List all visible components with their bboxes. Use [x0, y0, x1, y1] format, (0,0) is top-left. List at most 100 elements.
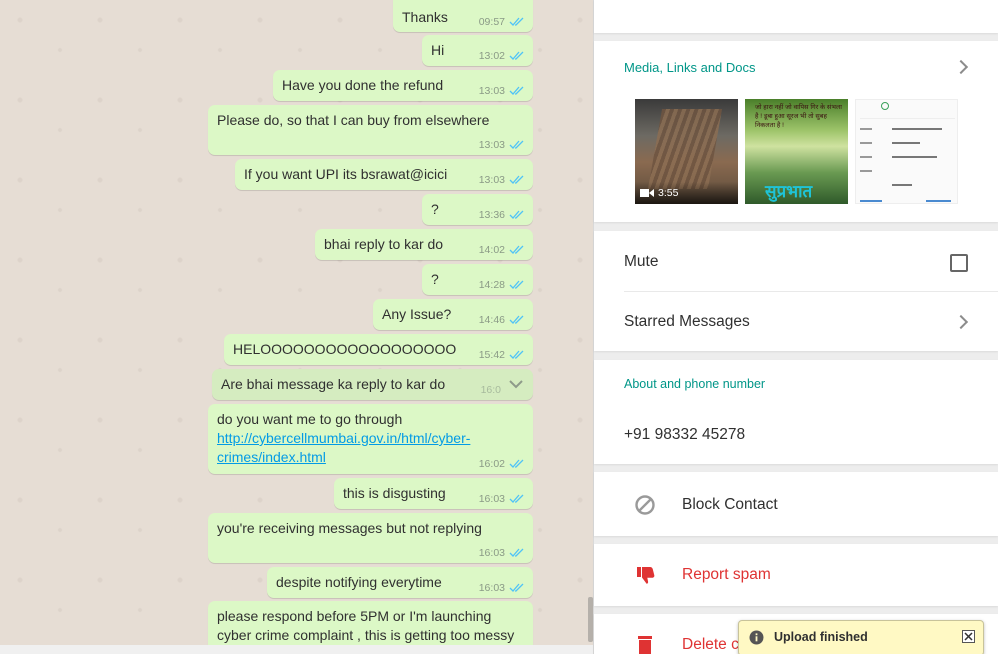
message-time: 13:03	[478, 174, 505, 186]
message-link[interactable]: http://cybercellmumbai.gov.in/html/cyber…	[217, 429, 470, 448]
message-time: 13:02	[478, 50, 505, 62]
message-time: 16:03	[478, 493, 505, 505]
read-ticks-icon	[509, 583, 524, 592]
media-thumb-doc[interactable]	[855, 99, 958, 204]
chat-panel: Thanks 09:57 Hi 13:02 Have you done the …	[0, 0, 593, 654]
message-bubble[interactable]: ? 13:36	[422, 194, 533, 225]
message-time: 16:0	[480, 384, 501, 396]
block-contact-button[interactable]: Block Contact	[594, 472, 998, 536]
message-bubble[interactable]: If you want UPI its bsrawat@icici 13:03	[235, 159, 533, 190]
message-text: If you want UPI its bsrawat@icici	[244, 166, 448, 182]
read-ticks-icon	[509, 86, 524, 95]
read-ticks-icon	[509, 548, 524, 557]
message-bubble[interactable]: Thanks 09:57	[393, 0, 533, 32]
media-thumb-image[interactable]: जो हारा नहीं जो वापिस गिर के संभला है ! …	[745, 99, 848, 204]
report-spam-label: Report spam	[682, 566, 771, 583]
message-meta: 14:02	[479, 244, 525, 256]
message-text: ?	[431, 201, 439, 217]
message-meta: 13:36	[479, 209, 525, 221]
mute-label: Mute	[624, 253, 659, 270]
contact-info-panel: Media, Links and Docs 3:55 जो हारा नहीं …	[593, 0, 998, 654]
message-text: Please do, so that I can buy from elsewh…	[217, 112, 490, 128]
video-camera-icon	[640, 189, 654, 197]
panel-top-section	[594, 0, 998, 33]
message-bubble[interactable]: Please do, so that I can buy from elsewh…	[208, 105, 533, 155]
message-meta: 13:03	[479, 85, 525, 97]
read-ticks-icon	[509, 51, 524, 60]
settings-section: Mute Starred Messages	[594, 231, 998, 351]
message-time: 14:02	[478, 244, 505, 256]
chevron-right-icon[interactable]	[953, 59, 969, 75]
message-time: 14:28	[478, 279, 505, 291]
message-meta: 13:02	[479, 50, 525, 62]
message-bubble[interactable]: bhai reply to kar do 14:02	[315, 229, 533, 260]
message-text: HELOOOOOOOOOOOOOOOOOO	[233, 341, 457, 357]
about-label: About and phone number	[624, 377, 766, 391]
message-bubble[interactable]: Have you done the refund 13:03	[273, 70, 533, 101]
message-bubble[interactable]: Any Issue? 14:46	[373, 299, 533, 330]
image-brand-text: सुप्रभात	[765, 182, 813, 201]
read-ticks-icon	[509, 140, 524, 149]
message-text: do you want me to go through	[217, 411, 403, 427]
message-meta: 15:42	[479, 349, 525, 361]
image-caption-text: जो हारा नहीं जो वापिस गिर के संभला है ! …	[755, 104, 842, 129]
message-text: ?	[431, 271, 439, 287]
about-section: About and phone number +91 98332 45278	[594, 360, 998, 464]
read-ticks-icon	[509, 210, 524, 219]
media-links-docs-link[interactable]: Media, Links and Docs	[624, 60, 756, 75]
message-meta: 16:03	[479, 493, 525, 505]
message-text: this is disgusting	[343, 485, 446, 501]
message-meta: 13:03	[479, 174, 525, 186]
thumbs-down-icon	[637, 567, 655, 584]
message-time: 13:03	[478, 139, 505, 151]
read-ticks-icon	[509, 459, 524, 468]
message-text: despite notifying everytime	[276, 574, 442, 590]
message-time: 13:03	[478, 85, 505, 97]
read-ticks-icon	[509, 175, 524, 184]
read-ticks-icon	[509, 280, 524, 289]
message-time: 15:42	[478, 349, 505, 361]
message-time: 09:57	[478, 16, 505, 28]
doc-check-icon	[881, 102, 889, 110]
mute-checkbox[interactable]	[950, 254, 968, 272]
message-text: you're receiving messages but not replyi…	[217, 520, 482, 536]
message-text: Any Issue?	[382, 306, 452, 322]
message-meta: 16:03	[479, 582, 525, 594]
message-bubble[interactable]: Hi 13:02	[422, 35, 533, 66]
message-time: 13:36	[478, 209, 505, 221]
message-meta: 09:57	[479, 16, 525, 28]
media-thumb-video[interactable]: 3:55	[635, 99, 738, 204]
message-bubble[interactable]: despite notifying everytime 16:03	[267, 567, 533, 598]
report-spam-button[interactable]: Report spam	[594, 544, 998, 606]
video-frame	[647, 109, 723, 189]
message-meta: 14:28	[479, 279, 525, 291]
message-text: please respond before 5PM or I'm launchi…	[217, 608, 492, 624]
starred-messages-label: Starred Messages	[624, 313, 750, 330]
message-text: Have you done the refund	[282, 77, 444, 93]
info-icon	[749, 630, 764, 645]
chevron-down-icon[interactable]	[509, 379, 523, 389]
read-ticks-icon	[509, 245, 524, 254]
message-link[interactable]: crimes/index.html	[217, 448, 326, 467]
block-icon	[635, 495, 655, 515]
message-bubble[interactable]: this is disgusting 16:03	[334, 478, 533, 509]
message-time: 14:46	[478, 314, 505, 326]
starred-messages-row[interactable]: Starred Messages	[594, 292, 998, 351]
chat-footer	[0, 645, 593, 654]
message-meta: 16:02	[479, 458, 525, 470]
message-text: bhai reply to kar do	[324, 236, 444, 252]
message-time: 16:02	[478, 458, 505, 470]
trash-icon	[638, 636, 652, 654]
close-icon[interactable]	[962, 630, 975, 643]
message-bubble[interactable]: HELOOOOOOOOOOOOOOOOOO 15:42	[224, 334, 533, 365]
read-ticks-icon	[509, 494, 524, 503]
message-bubble[interactable]: do you want me to go through http://cybe…	[208, 404, 533, 474]
video-duration: 3:55	[658, 187, 679, 199]
phone-number: +91 98332 45278	[624, 426, 746, 443]
message-bubble[interactable]: you're receiving messages but not replyi…	[208, 513, 533, 563]
message-text: Are bhai message ka reply to kar do	[221, 376, 446, 392]
message-meta: 16:0	[481, 384, 501, 396]
read-ticks-icon	[509, 350, 524, 359]
message-bubble[interactable]: ? 14:28	[422, 264, 533, 295]
message-bubble[interactable]: Are bhai message ka reply to kar do 16:0	[212, 369, 533, 400]
